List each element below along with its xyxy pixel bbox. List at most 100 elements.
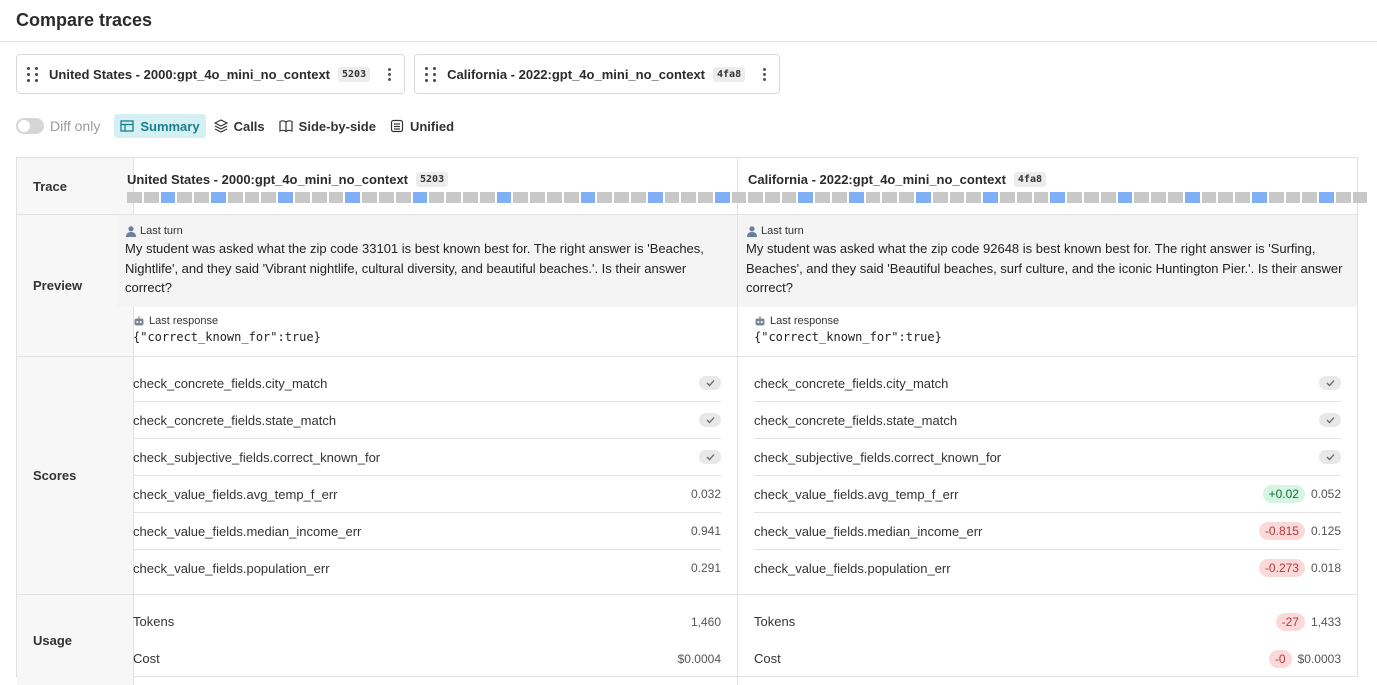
call-cell[interactable] [395, 192, 411, 203]
call-cell[interactable] [429, 192, 445, 203]
call-cell[interactable] [915, 192, 931, 203]
more-options-icon[interactable] [757, 67, 771, 81]
trace-name[interactable]: California - 2022:gpt_4o_mini_no_context [748, 172, 1006, 187]
call-cell[interactable] [647, 192, 663, 203]
call-cell[interactable] [1167, 192, 1183, 203]
call-cell[interactable] [1151, 192, 1166, 203]
drag-handle-icon[interactable] [425, 66, 437, 82]
tab-unified[interactable]: Unified [384, 114, 460, 138]
book-open-icon [279, 120, 293, 133]
trace-chip-a[interactable]: United States - 2000:gpt_4o_mini_no_cont… [16, 54, 406, 94]
score-value-group [699, 413, 721, 427]
trace-chip-b[interactable]: California - 2022:gpt_4o_mini_no_context… [414, 54, 781, 94]
call-cell[interactable] [1268, 192, 1284, 203]
call-cell[interactable] [1184, 192, 1200, 203]
more-options-icon[interactable] [382, 67, 396, 81]
call-cell[interactable] [1285, 192, 1301, 203]
call-cell[interactable] [563, 192, 579, 203]
call-cell[interactable] [580, 192, 596, 203]
call-cell[interactable] [127, 192, 142, 203]
call-cell[interactable] [546, 192, 562, 203]
call-cell[interactable] [278, 192, 293, 203]
diff-only-label: Diff only [50, 118, 101, 134]
call-cell[interactable] [1319, 192, 1334, 203]
call-cell[interactable] [1235, 192, 1250, 203]
score-value: 0.018 [1310, 561, 1341, 575]
call-cell[interactable] [714, 192, 730, 203]
score-list: check_concrete_fields.city_match check_co… [754, 365, 1341, 586]
call-cell[interactable] [899, 192, 914, 203]
call-cell[interactable] [1251, 192, 1267, 203]
call-cell[interactable] [664, 192, 680, 203]
call-cell[interactable] [177, 192, 193, 203]
call-cell[interactable] [748, 192, 763, 203]
call-cell[interactable] [1134, 192, 1150, 203]
call-cell[interactable] [848, 192, 864, 203]
last-turn-header: Last turn [125, 225, 729, 237]
call-cell[interactable] [412, 192, 428, 203]
call-cell[interactable] [831, 192, 847, 203]
call-cell[interactable] [614, 192, 629, 203]
diff-only-toggle[interactable] [16, 118, 44, 134]
call-cell[interactable] [311, 192, 327, 203]
score-name: check_value_fields.median_income_err [133, 523, 362, 539]
score-row: check_concrete_fields.city_match [133, 365, 721, 402]
call-cell[interactable] [194, 192, 209, 203]
call-cell[interactable] [781, 192, 797, 203]
call-cell[interactable] [1352, 192, 1368, 203]
call-cell[interactable] [999, 192, 1015, 203]
call-cell[interactable] [143, 192, 159, 203]
call-cell[interactable] [698, 192, 713, 203]
call-cell[interactable] [462, 192, 478, 203]
call-cell[interactable] [764, 192, 780, 203]
call-cell[interactable] [630, 192, 646, 203]
call-cell[interactable] [160, 192, 176, 203]
call-cell[interactable] [210, 192, 226, 203]
call-cell[interactable] [1218, 192, 1234, 203]
call-cell[interactable] [681, 192, 697, 203]
call-cell[interactable] [294, 192, 310, 203]
call-cell[interactable] [1067, 192, 1082, 203]
call-cell[interactable] [345, 192, 361, 203]
call-cell[interactable] [597, 192, 613, 203]
call-cell[interactable] [496, 192, 512, 203]
call-cell[interactable] [882, 192, 898, 203]
call-cell[interactable] [1302, 192, 1318, 203]
call-cell[interactable] [378, 192, 394, 203]
call-cell[interactable] [530, 192, 545, 203]
call-cell[interactable] [362, 192, 377, 203]
call-cell[interactable] [479, 192, 495, 203]
call-cell[interactable] [446, 192, 461, 203]
call-cell[interactable] [1083, 192, 1099, 203]
drag-handle-icon[interactable] [27, 66, 39, 82]
call-cell[interactable] [1335, 192, 1351, 203]
call-timeline[interactable] [748, 192, 1368, 203]
call-cell[interactable] [865, 192, 881, 203]
tab-calls[interactable]: Calls [208, 114, 271, 138]
call-timeline[interactable] [127, 192, 747, 203]
call-cell[interactable] [949, 192, 965, 203]
call-cell[interactable] [513, 192, 529, 203]
call-cell[interactable] [1016, 192, 1032, 203]
call-cell[interactable] [1201, 192, 1217, 203]
call-cell[interactable] [244, 192, 260, 203]
score-name: check_subjective_fields.correct_known_fo… [754, 449, 1002, 465]
trace-name[interactable]: United States - 2000:gpt_4o_mini_no_cont… [127, 172, 408, 187]
check-icon [699, 376, 721, 390]
tab-summary[interactable]: Summary [114, 114, 206, 138]
score-row: check_concrete_fields.state_match [754, 402, 1341, 439]
call-cell[interactable] [227, 192, 243, 203]
call-cell[interactable] [1117, 192, 1133, 203]
tab-side-by-side[interactable]: Side-by-side [273, 114, 382, 138]
call-cell[interactable] [983, 192, 998, 203]
call-cell[interactable] [328, 192, 344, 203]
call-cell[interactable] [966, 192, 982, 203]
call-cell[interactable] [1100, 192, 1116, 203]
call-cell[interactable] [815, 192, 830, 203]
call-cell[interactable] [1050, 192, 1066, 203]
call-cell[interactable] [932, 192, 948, 203]
call-cell[interactable] [1033, 192, 1049, 203]
call-cell[interactable] [261, 192, 277, 203]
call-cell[interactable] [798, 192, 814, 203]
usage-row: Tokens 1,460 [133, 603, 721, 640]
